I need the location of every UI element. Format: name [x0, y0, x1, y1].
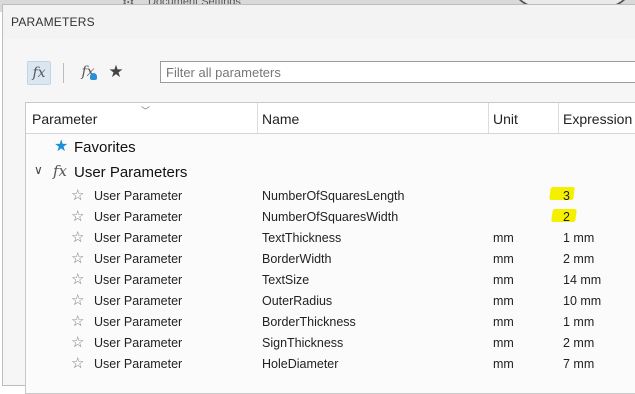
group-favorites[interactable]: ★ Favorites [26, 136, 635, 160]
parameter-type: User Parameter [94, 252, 183, 266]
parameter-expression[interactable]: 2 mm [563, 336, 594, 350]
fx-icon: fx [32, 65, 46, 81]
parameter-name: NumberOfSquaresWidth [262, 210, 399, 224]
user-parameters-fx-button[interactable]: fx [77, 61, 99, 83]
parameter-unit: mm [493, 357, 514, 371]
dialog-title: PARAMETERS [11, 15, 95, 29]
parameter-name: TextSize [262, 273, 310, 287]
parameter-expression[interactable]: 2 mm [563, 252, 594, 266]
parameter-expression[interactable]: 7 mm [563, 357, 594, 371]
all-parameters-fx-button[interactable]: fx [27, 61, 51, 85]
parameter-expression[interactable]: 14 mm [563, 273, 601, 287]
star-outline-icon[interactable]: ☆ [71, 228, 84, 246]
star-outline-icon[interactable]: ☆ [71, 333, 84, 351]
parameter-name: OuterRadius [262, 294, 333, 308]
star-outline-icon[interactable]: ☆ [71, 354, 84, 372]
fx-icon: fx [53, 162, 68, 180]
dialog-titlebar[interactable] [3, 5, 635, 39]
star-outline-icon[interactable]: ☆ [71, 207, 84, 225]
table-row[interactable]: ☆ User Parameter NumberOfSquaresLength 3 [26, 186, 635, 207]
parameter-name: NumberOfSquaresLength [262, 189, 405, 203]
parameter-unit: mm [493, 336, 514, 350]
dialog-toolbar: fx fx ★ [3, 59, 635, 89]
parameter-type: User Parameter [94, 357, 183, 371]
parameters-dialog: PARAMETERS fx fx ★ Parameter ﹀ Name Unit… [2, 4, 635, 394]
column-divider[interactable] [488, 103, 489, 133]
table-row[interactable]: ☆ User Parameter BorderWidth mm 2 mm [26, 249, 635, 270]
table-row[interactable]: ☆ User Parameter SignThickness mm 2 mm [26, 333, 635, 354]
column-header-parameter[interactable]: Parameter [32, 103, 97, 133]
table-row[interactable]: ☆ User Parameter TextSize mm 14 mm [26, 270, 635, 291]
star-icon: ★ [54, 138, 69, 155]
table-row[interactable]: ☆ User Parameter NumberOfSquaresWidth 2 [26, 207, 635, 228]
table-row[interactable]: ☆ User Parameter TextThickness mm 1 mm [26, 228, 635, 249]
parameter-type: User Parameter [94, 231, 183, 245]
column-header-expression[interactable]: Expression [563, 103, 632, 133]
group-label-user-parameters: User Parameters [74, 164, 188, 181]
parameter-expression[interactable]: 1 mm [563, 231, 594, 245]
star-outline-icon[interactable]: ☆ [71, 312, 84, 330]
parameter-type: User Parameter [94, 315, 183, 329]
parameter-name: BorderWidth [262, 252, 332, 266]
favorites-filter-button[interactable]: ★ [105, 61, 127, 83]
star-outline-icon[interactable]: ☆ [71, 291, 84, 309]
parameter-unit: mm [493, 273, 514, 287]
group-user-parameters[interactable]: ∨ fx User Parameters [26, 161, 635, 185]
parameter-name: HoleDiameter [262, 357, 339, 371]
person-icon [90, 73, 97, 80]
column-header-name[interactable]: Name [262, 103, 299, 133]
parameter-unit: mm [493, 252, 514, 266]
star-outline-icon[interactable]: ☆ [71, 249, 84, 267]
parameter-type: User Parameter [94, 294, 183, 308]
column-divider[interactable] [558, 103, 559, 133]
parameter-expression[interactable]: 2 [563, 210, 570, 224]
column-divider[interactable] [257, 103, 258, 133]
parameters-table: Parameter ﹀ Name Unit Expression ★ Favor… [25, 102, 635, 394]
table-row[interactable]: ☆ User Parameter OuterRadius mm 10 mm [26, 291, 635, 312]
table-row[interactable]: ☆ User Parameter HoleDiameter mm 7 mm [26, 354, 635, 375]
parameter-name: BorderThickness [262, 315, 356, 329]
parameter-expression[interactable]: 10 mm [563, 294, 601, 308]
star-outline-icon[interactable]: ☆ [71, 270, 84, 288]
filter-input[interactable] [160, 61, 635, 83]
parameter-type: User Parameter [94, 273, 183, 287]
parameter-unit: mm [493, 315, 514, 329]
column-header-unit[interactable]: Unit [493, 103, 518, 133]
parameter-type: User Parameter [94, 189, 183, 203]
star-outline-icon[interactable]: ☆ [71, 186, 84, 204]
parameter-type: User Parameter [94, 210, 183, 224]
parameter-name: TextThickness [262, 231, 342, 245]
table-row[interactable]: ☆ User Parameter BorderThickness mm 1 mm [26, 312, 635, 333]
parameter-name: SignThickness [262, 336, 344, 350]
toolbar-separator [63, 63, 64, 83]
group-label-favorites: Favorites [74, 139, 136, 156]
star-icon: ★ [108, 62, 124, 82]
sort-chevron-icon: ﹀ [141, 106, 151, 116]
chevron-down-icon[interactable]: ∨ [34, 163, 43, 177]
parameter-expression[interactable]: 1 mm [563, 315, 594, 329]
table-header: Parameter ﹀ Name Unit Expression [26, 103, 635, 134]
parameter-type: User Parameter [94, 336, 183, 350]
parameter-unit: mm [493, 294, 514, 308]
parameter-expression[interactable]: 3 [563, 189, 570, 203]
parameter-unit: mm [493, 231, 514, 245]
